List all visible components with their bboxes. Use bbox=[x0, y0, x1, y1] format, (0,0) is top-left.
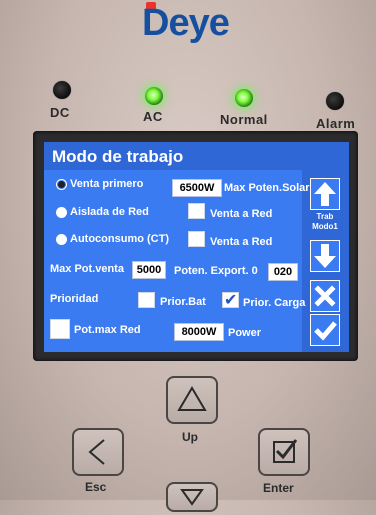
prior-carga-checkbox[interactable] bbox=[222, 290, 239, 310]
ac-label: AC bbox=[143, 109, 163, 124]
trab-label-line1: Trab bbox=[316, 212, 334, 221]
enter-key-label: Enter bbox=[263, 481, 294, 495]
prior-bat-checkbox[interactable] bbox=[138, 292, 155, 308]
scroll-up-button[interactable] bbox=[310, 178, 340, 210]
cancel-button[interactable] bbox=[310, 280, 340, 312]
max-pot-venta-input[interactable]: 5000 bbox=[132, 261, 166, 279]
pot-max-red-label: Pot.max Red bbox=[74, 324, 141, 336]
radio-autoconsumo-ct[interactable] bbox=[56, 234, 67, 245]
ac-led bbox=[145, 87, 163, 105]
arrow-up-icon bbox=[314, 182, 336, 206]
esc-key-label: Esc bbox=[85, 480, 107, 494]
alarm-label: Alarm bbox=[316, 116, 356, 131]
scroll-down-button[interactable] bbox=[310, 240, 340, 272]
pot-max-red-checkbox[interactable] bbox=[50, 319, 70, 339]
screen-title-bar: Modo de trabajo bbox=[44, 142, 349, 170]
dc-label: DC bbox=[50, 105, 70, 120]
venta-a-red-label-1: Venta a Red bbox=[210, 208, 273, 220]
max-solar-label: Max Poten.Solar bbox=[224, 182, 310, 194]
normal-label: Normal bbox=[220, 112, 268, 127]
brand-logo: Deye bbox=[142, 2, 230, 44]
prioridad-label: Prioridad bbox=[50, 293, 99, 305]
trab-mode-label: Trab Modo1 bbox=[310, 212, 340, 232]
normal-led bbox=[235, 89, 253, 107]
venta-primero-label: Venta primero bbox=[70, 178, 144, 190]
power-input[interactable]: 8000W bbox=[174, 323, 224, 341]
lcd-screen: Modo de trabajo Venta primero 6500W Max … bbox=[44, 142, 349, 352]
check-icon bbox=[314, 321, 337, 341]
max-solar-input[interactable]: 6500W bbox=[172, 179, 222, 197]
confirm-button[interactable] bbox=[310, 314, 340, 346]
venta-a-red-checkbox-2[interactable] bbox=[188, 231, 205, 247]
aislada-de-red-label: Aislada de Red bbox=[70, 206, 149, 218]
venta-a-red-checkbox-1[interactable] bbox=[188, 203, 205, 219]
radio-aislada-de-red[interactable] bbox=[56, 207, 67, 218]
venta-a-red-label-2: Venta a Red bbox=[210, 236, 273, 248]
power-label: Power bbox=[228, 327, 262, 339]
settings-panel: Venta primero 6500W Max Poten.Solar Aisl… bbox=[44, 170, 310, 352]
up-key-label: Up bbox=[182, 430, 198, 444]
alarm-led bbox=[326, 92, 344, 110]
radio-venta-primero[interactable] bbox=[56, 179, 67, 190]
poten-export-label: Poten. Export. 0 bbox=[174, 265, 258, 277]
checkbox-enter-icon bbox=[273, 439, 298, 463]
dc-led bbox=[53, 81, 71, 99]
down-key[interactable] bbox=[166, 482, 218, 512]
up-key[interactable] bbox=[166, 376, 218, 424]
prior-carga-label: Prior. Carga bbox=[243, 297, 306, 309]
close-icon bbox=[314, 285, 336, 307]
trab-label-line2: Modo1 bbox=[312, 222, 338, 231]
triangle-down-icon bbox=[180, 489, 204, 506]
esc-key[interactable] bbox=[72, 428, 124, 476]
max-pot-venta-label: Max Pot.venta bbox=[50, 263, 124, 275]
chevron-left-icon bbox=[88, 439, 105, 465]
poten-export-input[interactable]: 020 bbox=[268, 263, 298, 281]
page-title: Modo de trabajo bbox=[52, 147, 184, 166]
autoconsumo-ct-label: Autoconsumo (CT) bbox=[70, 233, 169, 245]
arrow-down-icon bbox=[314, 244, 336, 268]
triangle-up-icon bbox=[177, 386, 207, 411]
enter-key[interactable] bbox=[258, 428, 310, 476]
prior-bat-label: Prior.Bat bbox=[160, 296, 206, 308]
